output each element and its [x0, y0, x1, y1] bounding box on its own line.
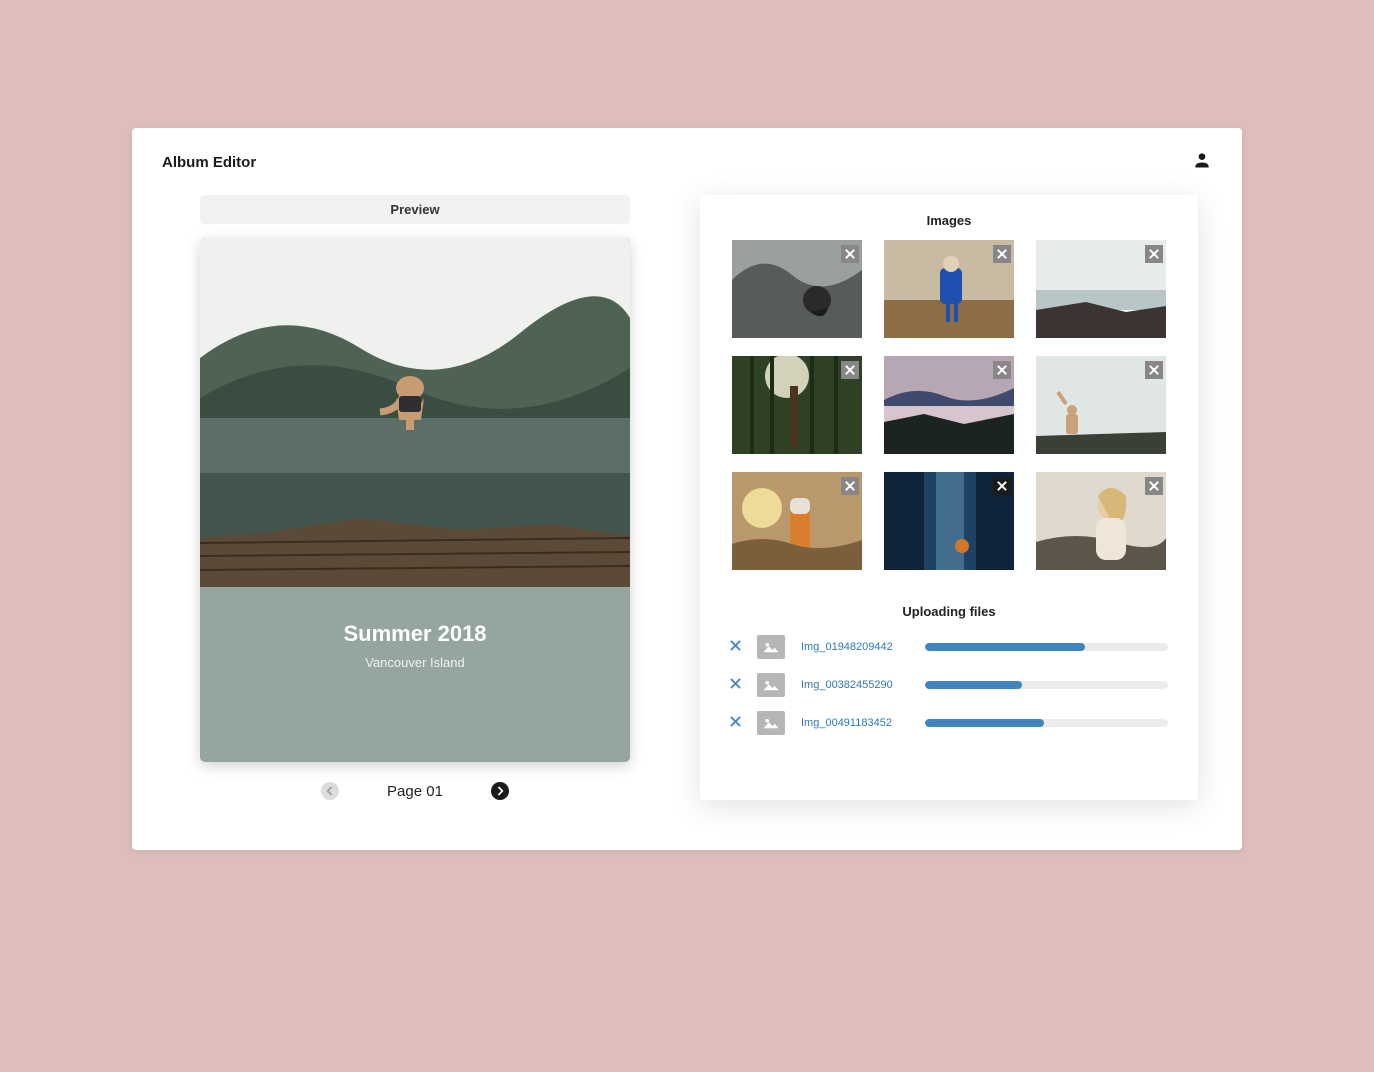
- page-next-button[interactable]: [491, 782, 509, 800]
- page-prev-button[interactable]: [321, 782, 339, 800]
- preview-card: Summer 2018 Vancouver Island: [200, 238, 630, 762]
- preview-subtitle: Vancouver Island: [210, 655, 620, 670]
- close-icon[interactable]: [1145, 245, 1163, 263]
- thumbnail[interactable]: [1034, 472, 1168, 570]
- album-editor-app: Album Editor Preview: [132, 128, 1242, 850]
- preview-panel: Preview: [200, 195, 630, 800]
- thumbnail[interactable]: [730, 356, 864, 454]
- upload-progress-bar: [925, 719, 1168, 727]
- preview-title: Summer 2018: [210, 621, 620, 647]
- user-icon[interactable]: [1192, 150, 1212, 175]
- close-icon[interactable]: [993, 361, 1011, 379]
- close-icon[interactable]: [841, 477, 859, 495]
- close-icon[interactable]: [993, 245, 1011, 263]
- thumbnail[interactable]: [882, 356, 1016, 454]
- thumbnail[interactable]: [1034, 240, 1168, 338]
- content: Preview: [132, 175, 1242, 800]
- image-placeholder-icon: [757, 673, 785, 697]
- upload-progress-fill: [925, 719, 1044, 727]
- image-placeholder-icon: [757, 711, 785, 735]
- upload-progress-fill: [925, 643, 1085, 651]
- page-label: Page 01: [387, 783, 443, 800]
- upload-filename: Img_00491183452: [801, 717, 909, 729]
- upload-cancel-button[interactable]: [730, 676, 741, 694]
- images-heading: Images: [730, 213, 1168, 228]
- close-icon[interactable]: [841, 245, 859, 263]
- thumbnail[interactable]: [1034, 356, 1168, 454]
- close-icon[interactable]: [1145, 361, 1163, 379]
- upload-progress-fill: [925, 681, 1022, 689]
- image-placeholder-icon: [757, 635, 785, 659]
- close-icon[interactable]: [841, 361, 859, 379]
- thumbnail[interactable]: [882, 240, 1016, 338]
- upload-filename: Img_01948209442: [801, 641, 909, 653]
- thumbnail[interactable]: [882, 472, 1016, 570]
- upload-filename: Img_00382455290: [801, 679, 909, 691]
- upload-progress-bar: [925, 643, 1168, 651]
- upload-cancel-button[interactable]: [730, 638, 741, 656]
- upload-progress-bar: [925, 681, 1168, 689]
- upload-row: Img_00382455290: [730, 673, 1168, 697]
- upload-cancel-button[interactable]: [730, 714, 741, 732]
- uploading-heading: Uploading files: [730, 604, 1168, 619]
- pager: Page 01: [200, 782, 630, 800]
- images-panel: Images: [700, 195, 1198, 800]
- preview-image: [200, 238, 630, 587]
- close-icon[interactable]: [1145, 477, 1163, 495]
- thumbnail-grid: [730, 240, 1168, 570]
- preview-tab[interactable]: Preview: [200, 195, 630, 224]
- thumbnail[interactable]: [730, 240, 864, 338]
- preview-caption: Summer 2018 Vancouver Island: [200, 587, 630, 762]
- app-title: Album Editor: [162, 154, 256, 171]
- thumbnail[interactable]: [730, 472, 864, 570]
- header: Album Editor: [132, 128, 1242, 175]
- upload-row: Img_00491183452: [730, 711, 1168, 735]
- close-icon[interactable]: [993, 477, 1011, 495]
- upload-row: Img_01948209442: [730, 635, 1168, 659]
